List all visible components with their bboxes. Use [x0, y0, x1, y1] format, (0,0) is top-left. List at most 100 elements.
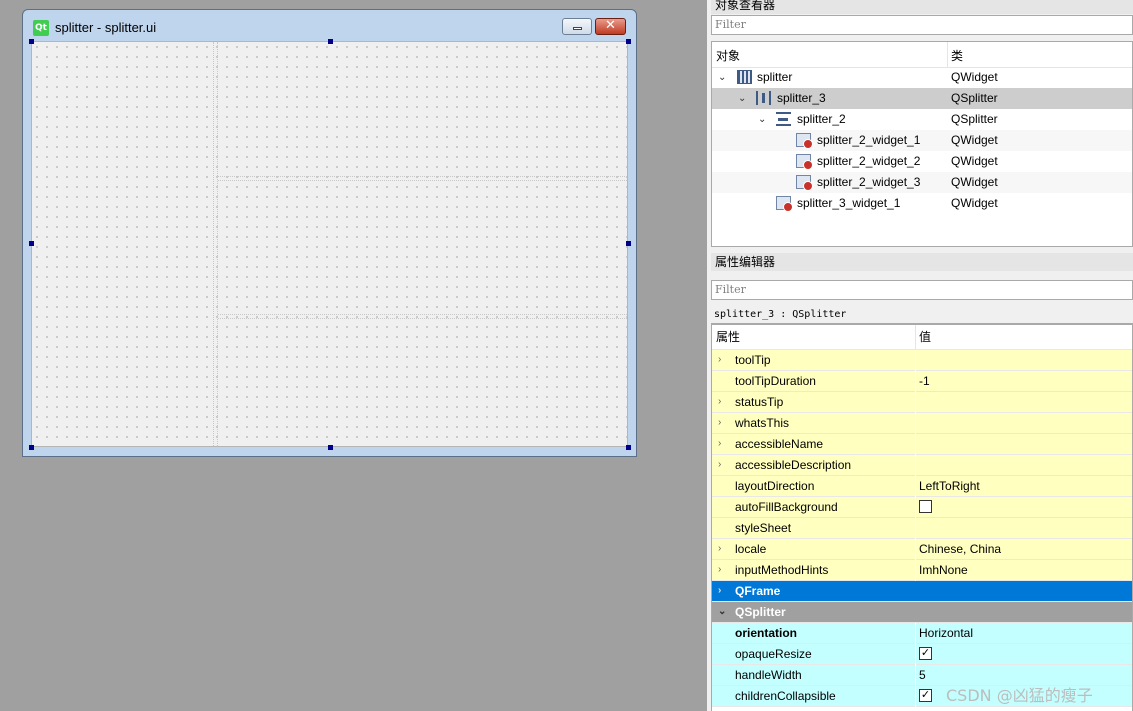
property-editor-title: 属性编辑器 [711, 253, 1133, 271]
property-row-tooltipduration[interactable]: toolTipDuration -1 [712, 371, 1132, 392]
column-header-value[interactable]: 值 [919, 325, 931, 349]
property-row-autofillbackground[interactable]: autoFillBackground [712, 497, 1132, 518]
property-row-opaqueresize[interactable]: opaqueResize ✓ [712, 644, 1132, 665]
widget-icon [796, 133, 813, 149]
opaqueresize-checkbox[interactable]: ✓ [919, 647, 932, 660]
property-value[interactable]: Horizontal [919, 623, 973, 643]
column-header-class[interactable]: 类 [951, 47, 963, 64]
vertical-splitter-icon [776, 112, 791, 126]
property-row-accessibledescription[interactable]: › accessibleDescription [712, 455, 1132, 476]
form-titlebar[interactable]: Qt splitter - splitter.ui ✕ [23, 10, 636, 40]
tree-row-splitter-2-widget-3[interactable]: splitter_2_widget_3 QWidget [712, 172, 1132, 193]
property-name: toolTipDuration [735, 374, 816, 388]
property-name: locale [735, 542, 767, 556]
property-row-accessiblename[interactable]: › accessibleName [712, 434, 1132, 455]
expand-arrow-icon[interactable]: › [718, 455, 721, 475]
property-group-name: QSplitter [735, 605, 786, 619]
splitter-3-handle[interactable] [213, 42, 218, 446]
childrencollapsible-checkbox[interactable]: ✓ [919, 689, 932, 702]
resize-handle-bottom-right[interactable] [626, 445, 631, 450]
property-editor-filter-input[interactable]: Filter [711, 280, 1133, 300]
property-row-tooltip[interactable]: › toolTip [712, 350, 1132, 371]
splitter-2-handle-1[interactable] [218, 176, 627, 181]
property-value[interactable]: LeftToRight [919, 476, 980, 496]
tree-item-class: QSplitter [951, 112, 998, 126]
object-inspector-filter-input[interactable]: Filter [711, 15, 1133, 35]
tree-item-class: QSplitter [951, 91, 998, 105]
minimize-button[interactable] [562, 18, 592, 35]
tree-row-splitter-2-widget-2[interactable]: splitter_2_widget_2 QWidget [712, 151, 1132, 172]
property-name: inputMethodHints [735, 563, 829, 577]
resize-handle-bottom-left[interactable] [29, 445, 34, 450]
property-group-qsplitter[interactable]: ⌄ QSplitter [712, 602, 1132, 623]
expand-arrow-icon[interactable]: › [718, 413, 721, 433]
property-name: childrenCollapsible [735, 689, 836, 703]
column-header-property[interactable]: 属性 [716, 325, 740, 349]
property-name: whatsThis [735, 416, 790, 430]
property-group-qframe[interactable]: › QFrame [712, 581, 1132, 602]
property-name: statusTip [735, 395, 784, 409]
tree-row-splitter-2[interactable]: ⌄ splitter_2 QSplitter [712, 109, 1132, 130]
property-name: opaqueResize [735, 647, 812, 661]
property-row-whatsthis[interactable]: › whatsThis [712, 413, 1132, 434]
minimize-icon [573, 27, 582, 30]
property-value[interactable]: Chinese, China [919, 539, 1001, 559]
resize-handle-bottom[interactable] [328, 445, 333, 450]
tree-row-splitter-2-widget-1[interactable]: splitter_2_widget_1 QWidget [712, 130, 1132, 151]
tree-item-class: QWidget [951, 175, 998, 189]
expand-arrow-icon[interactable]: › [718, 434, 721, 454]
watermark: CSDN @凶猛的瘦子 [946, 686, 1093, 705]
tree-item-name: splitter_3_widget_1 [797, 196, 901, 210]
property-name: toolTip [735, 353, 771, 367]
property-value[interactable]: ImhNone [919, 560, 968, 580]
horizontal-splitter-icon [756, 91, 771, 105]
tree-item-class: QWidget [951, 133, 998, 147]
resize-handle-top-left[interactable] [29, 39, 34, 44]
property-name: layoutDirection [735, 479, 815, 493]
resize-handle-left[interactable] [29, 241, 34, 246]
property-row-orientation[interactable]: orientation Horizontal [712, 623, 1132, 644]
property-row-locale[interactable]: › locale Chinese, China [712, 539, 1132, 560]
tree-item-class: QWidget [951, 154, 998, 168]
expand-arrow-icon[interactable]: › [718, 392, 721, 412]
expand-arrow-icon[interactable]: › [718, 539, 721, 559]
tree-row-splitter-3-widget-1[interactable]: splitter_3_widget_1 QWidget [712, 193, 1132, 214]
collapse-arrow-icon[interactable]: ⌄ [718, 602, 726, 622]
collapse-arrow-icon[interactable]: ⌄ [738, 88, 746, 109]
property-value[interactable]: -1 [919, 371, 930, 391]
property-row-inputmethodhints[interactable]: › inputMethodHints ImhNone [712, 560, 1132, 581]
column-header-object[interactable]: 对象 [716, 47, 740, 64]
autofillbackground-checkbox[interactable] [919, 500, 932, 513]
object-inspector-title: 对象查看器 [711, 0, 1133, 14]
property-value[interactable]: 5 [919, 665, 926, 685]
property-group-name: QFrame [735, 584, 781, 598]
widget-icon [796, 154, 813, 170]
collapse-arrow-icon[interactable]: ⌄ [758, 109, 766, 130]
form-window: Qt splitter - splitter.ui ✕ [22, 9, 637, 457]
property-row-layoutdirection[interactable]: layoutDirection LeftToRight [712, 476, 1132, 497]
property-name: accessibleDescription [735, 458, 852, 472]
expand-arrow-icon[interactable]: › [718, 350, 721, 370]
property-name: accessibleName [735, 437, 824, 451]
tree-item-name: splitter_2_widget_2 [817, 154, 921, 168]
splitter-2-handle-2[interactable] [218, 314, 627, 319]
property-name: styleSheet [735, 521, 792, 535]
expand-arrow-icon[interactable]: › [718, 560, 721, 580]
expand-arrow-icon[interactable]: › [718, 581, 721, 601]
form-canvas[interactable] [31, 41, 628, 447]
property-row-stylesheet[interactable]: styleSheet [712, 518, 1132, 539]
tree-item-name: splitter_2_widget_1 [817, 133, 921, 147]
tree-item-name: splitter_3 [777, 91, 826, 105]
close-button[interactable]: ✕ [595, 18, 626, 35]
object-tree-header: 对象 类 [712, 42, 1132, 68]
collapse-arrow-icon[interactable]: ⌄ [718, 67, 726, 88]
hsplitter-layout-icon [737, 70, 752, 84]
resize-handle-top[interactable] [328, 39, 333, 44]
tree-row-splitter-3[interactable]: ⌄ splitter_3 QSplitter [712, 88, 1132, 109]
property-table: 属性 值 › toolTip toolTipDuration -1 › stat… [711, 324, 1133, 711]
tree-row-splitter[interactable]: ⌄ splitter QWidget [712, 67, 1132, 88]
resize-handle-top-right[interactable] [626, 39, 631, 44]
property-object-class-label: splitter_3 : QSplitter [711, 307, 1133, 324]
property-row-statustip[interactable]: › statusTip [712, 392, 1132, 413]
resize-handle-right[interactable] [626, 241, 631, 246]
